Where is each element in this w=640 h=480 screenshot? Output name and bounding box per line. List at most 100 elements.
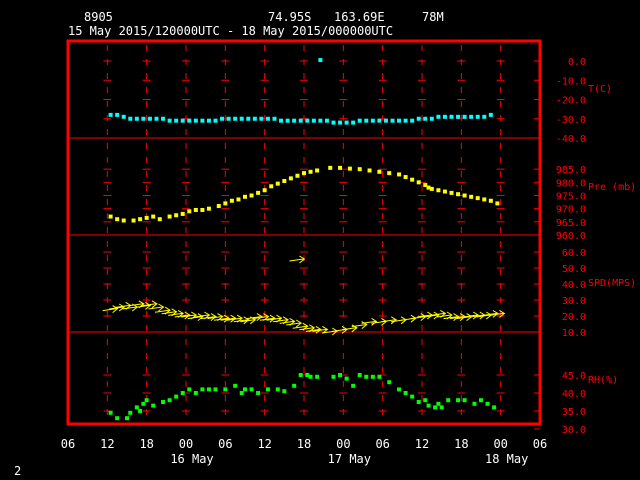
panel-label-temp: T(C) (588, 84, 612, 95)
date-label: 16 May (170, 452, 213, 466)
rh-point (298, 373, 303, 377)
temp-point (154, 116, 159, 121)
temp-point (331, 120, 336, 125)
temp-point (410, 118, 415, 123)
panel-label-rh: RH(%) (588, 375, 618, 386)
rh-point (249, 387, 254, 392)
temp-point (344, 120, 349, 125)
temp-point (200, 118, 205, 123)
wind-arrow-shaft (286, 322, 301, 326)
date-label: 18 May (485, 452, 528, 466)
rh-point (282, 389, 287, 394)
pres-point (377, 169, 382, 174)
rh-point (423, 398, 428, 403)
x-tick-label: 18 (139, 437, 153, 451)
rh-point (256, 391, 261, 395)
y-tick-label: -40.0 (556, 134, 586, 145)
pres-point (475, 196, 480, 201)
rh-point (115, 416, 120, 421)
pres-point (282, 179, 287, 184)
y-tick-label: 30.0 (562, 425, 586, 436)
rh-point (108, 410, 113, 415)
pres-point (488, 198, 493, 203)
temp-point (180, 118, 185, 123)
pres-point (229, 198, 234, 203)
y-tick-label: -20.0 (556, 96, 586, 107)
rh-point (338, 373, 343, 377)
temp-point (311, 118, 316, 123)
pres-point (387, 171, 392, 176)
wind-arrow-shaft (128, 303, 143, 307)
pres-point (347, 166, 352, 171)
x-tick-label: 00 (493, 437, 507, 451)
temp-point (469, 114, 474, 119)
temp-point (233, 116, 238, 121)
rh-point (364, 374, 369, 379)
rh-point (174, 394, 179, 399)
y-tick-label: -30.0 (556, 115, 586, 126)
pres-point (410, 177, 415, 182)
rh-point (410, 394, 415, 399)
rh-point (128, 410, 133, 415)
panel-label-pres: Pre (mb) (588, 182, 636, 193)
temp-point (141, 116, 146, 121)
x-tick-label: 12 (100, 437, 114, 451)
pres-point (167, 214, 172, 219)
rh-point (397, 387, 402, 392)
temp-point (488, 112, 493, 117)
rh-point (265, 387, 270, 392)
rh-point (275, 387, 280, 392)
pres-point (482, 197, 487, 202)
temp-point (121, 114, 126, 119)
pres-point (243, 194, 247, 199)
x-tick-label: 00 (336, 437, 350, 451)
pres-point (187, 209, 192, 214)
y-tick-label: 50.0 (562, 264, 586, 275)
temp-point (272, 116, 277, 121)
rh-point (213, 387, 218, 392)
rh-point (446, 398, 451, 403)
pres-point (367, 168, 372, 173)
pres-point (495, 201, 500, 206)
temp-point (134, 116, 139, 121)
temp-point (456, 114, 461, 119)
y-tick-label: 45.0 (562, 371, 586, 382)
pres-point (216, 204, 221, 209)
temp-point (377, 118, 382, 123)
date-label: 17 May (328, 452, 371, 466)
temp-point (397, 118, 402, 123)
rh-point (233, 383, 238, 388)
y-tick-label: 985.0 (556, 165, 586, 176)
pres-point (403, 175, 408, 180)
rh-point (292, 383, 297, 388)
temp-point (147, 116, 152, 121)
y-tick-label: 975.0 (556, 192, 586, 203)
rh-point (472, 401, 477, 406)
rh-point (138, 409, 143, 413)
temp-point (187, 118, 192, 123)
pres-point (174, 213, 179, 218)
rh-point (180, 391, 185, 395)
temp-point (318, 58, 323, 63)
x-tick-label: 12 (257, 437, 271, 451)
rh-point (144, 398, 149, 403)
rh-point (387, 380, 392, 385)
rh-point (193, 391, 198, 395)
y-tick-label: 965.0 (556, 218, 586, 229)
temp-point (324, 118, 329, 123)
temp-point (292, 118, 297, 123)
rh-point (344, 376, 349, 381)
meteogram-chart: 06 12 18 00 06 12 18 00 06 12 18 00 06 16 May 17 May 18… (61, 39, 636, 466)
temp-point (226, 116, 231, 121)
rh-point (187, 387, 192, 392)
y-tick-label: 980.0 (556, 178, 586, 189)
y-tick-label: -10.0 (556, 76, 586, 87)
temp-point (351, 120, 356, 125)
pres-point (108, 214, 113, 219)
pres-point (456, 192, 461, 197)
temp-point (318, 118, 323, 123)
temp-point (161, 116, 166, 121)
pres-point (308, 169, 313, 174)
pres-point (180, 211, 185, 216)
y-tick-label: 35.0 (562, 407, 586, 418)
